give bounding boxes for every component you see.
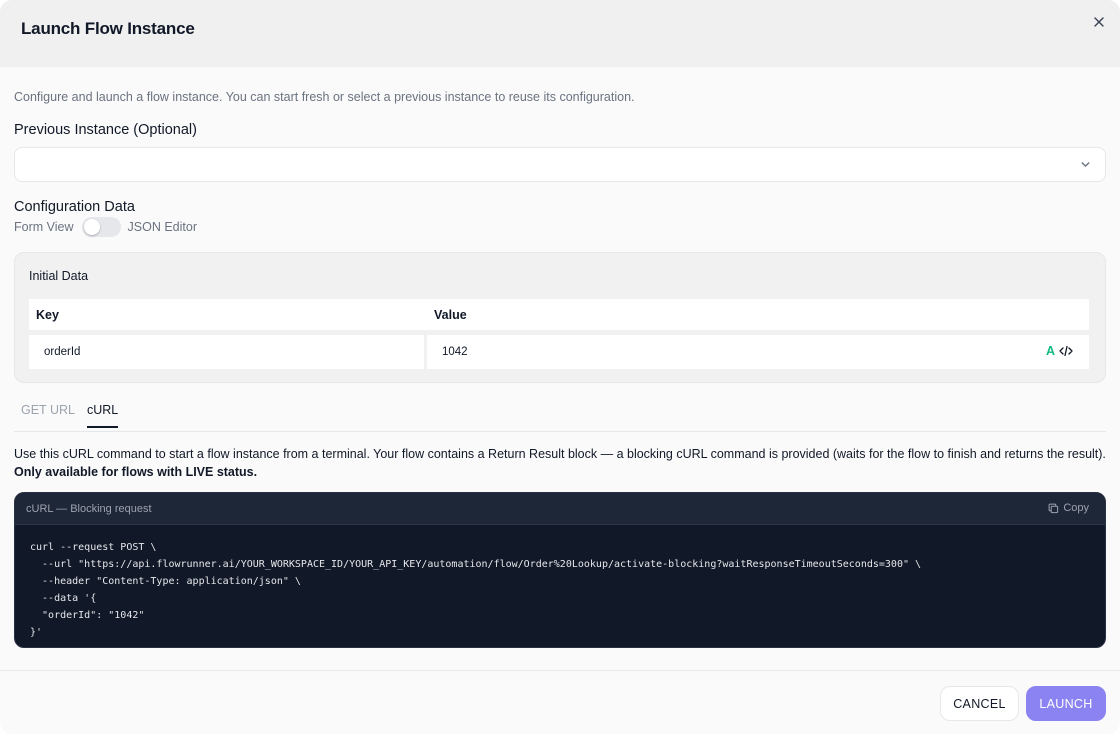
code-line: --header "Content-Type: application/json… xyxy=(30,576,301,587)
launch-button[interactable]: LAUNCH xyxy=(1026,686,1106,721)
tab-get-url[interactable]: GET URL xyxy=(21,403,75,417)
code-line: --data '{ xyxy=(30,593,97,604)
copy-button[interactable]: Copy xyxy=(1048,502,1089,514)
configuration-data-label: Configuration Data xyxy=(14,199,135,215)
text-type-icon[interactable]: A xyxy=(1046,344,1055,358)
previous-instance-select[interactable] xyxy=(14,147,1106,182)
copy-icon xyxy=(1048,503,1059,513)
initial-data-card: Initial Data Key Value orderId 1042 A xyxy=(14,252,1106,383)
initial-data-title: Initial Data xyxy=(29,269,89,283)
key-column-header: Key xyxy=(36,308,59,322)
value-cell-icons: A xyxy=(1046,344,1073,358)
dialog-footer: CANCEL LAUNCH xyxy=(0,670,1120,734)
close-icon xyxy=(1094,17,1104,27)
code-line: curl --request POST \ xyxy=(30,542,157,553)
view-toggle-row: Form View JSON Editor xyxy=(14,217,197,237)
curl-description-bold: Only available for flows with LIVE statu… xyxy=(14,465,258,479)
code-block-header: cURL — Blocking request Copy xyxy=(15,493,1105,525)
code-icon[interactable] xyxy=(1059,345,1073,357)
close-button[interactable] xyxy=(1088,11,1110,33)
key-cell[interactable]: orderId xyxy=(29,335,424,369)
cancel-button[interactable]: CANCEL xyxy=(940,686,1019,721)
curl-description-text: Use this cURL command to start a flow in… xyxy=(14,447,1106,461)
curl-code-block: cURL — Blocking request Copy curl --requ… xyxy=(14,492,1106,648)
code-line: }' xyxy=(30,627,43,638)
json-editor-toggle[interactable] xyxy=(81,217,121,237)
value-cell-text: 1042 xyxy=(442,346,468,358)
launch-method-tabs: GET URL cURL xyxy=(14,398,1106,432)
key-value-header: Key Value xyxy=(29,299,1089,330)
code-block-title: cURL — Blocking request xyxy=(26,503,152,515)
code-content[interactable]: curl --request POST \ --url "https://api… xyxy=(30,539,921,641)
previous-instance-label: Previous Instance (Optional) xyxy=(14,122,197,138)
value-cell[interactable]: 1042 A xyxy=(427,335,1089,369)
code-line: "orderId": "1042" xyxy=(30,610,145,621)
key-cell-text: orderId xyxy=(44,346,81,358)
chevron-down-icon xyxy=(1081,162,1090,167)
dialog-body: Configure and launch a flow instance. Yo… xyxy=(0,67,1120,670)
tab-curl[interactable]: cURL xyxy=(87,403,118,417)
form-view-label: Form View xyxy=(14,220,74,234)
value-column-header: Value xyxy=(434,308,467,322)
copy-label: Copy xyxy=(1063,502,1089,514)
json-editor-label: JSON Editor xyxy=(127,220,197,234)
dialog-header: Launch Flow Instance xyxy=(0,0,1120,67)
toggle-knob xyxy=(83,219,100,235)
dialog-title: Launch Flow Instance xyxy=(21,19,195,38)
launch-flow-dialog: Launch Flow Instance Configure and launc… xyxy=(0,0,1120,734)
active-tab-indicator xyxy=(87,426,118,428)
code-line: --url "https://api.flowrunner.ai/YOUR_WO… xyxy=(30,559,922,570)
curl-description: Use this cURL command to start a flow in… xyxy=(14,445,1108,481)
intro-text: Configure and launch a flow instance. Yo… xyxy=(14,90,635,104)
